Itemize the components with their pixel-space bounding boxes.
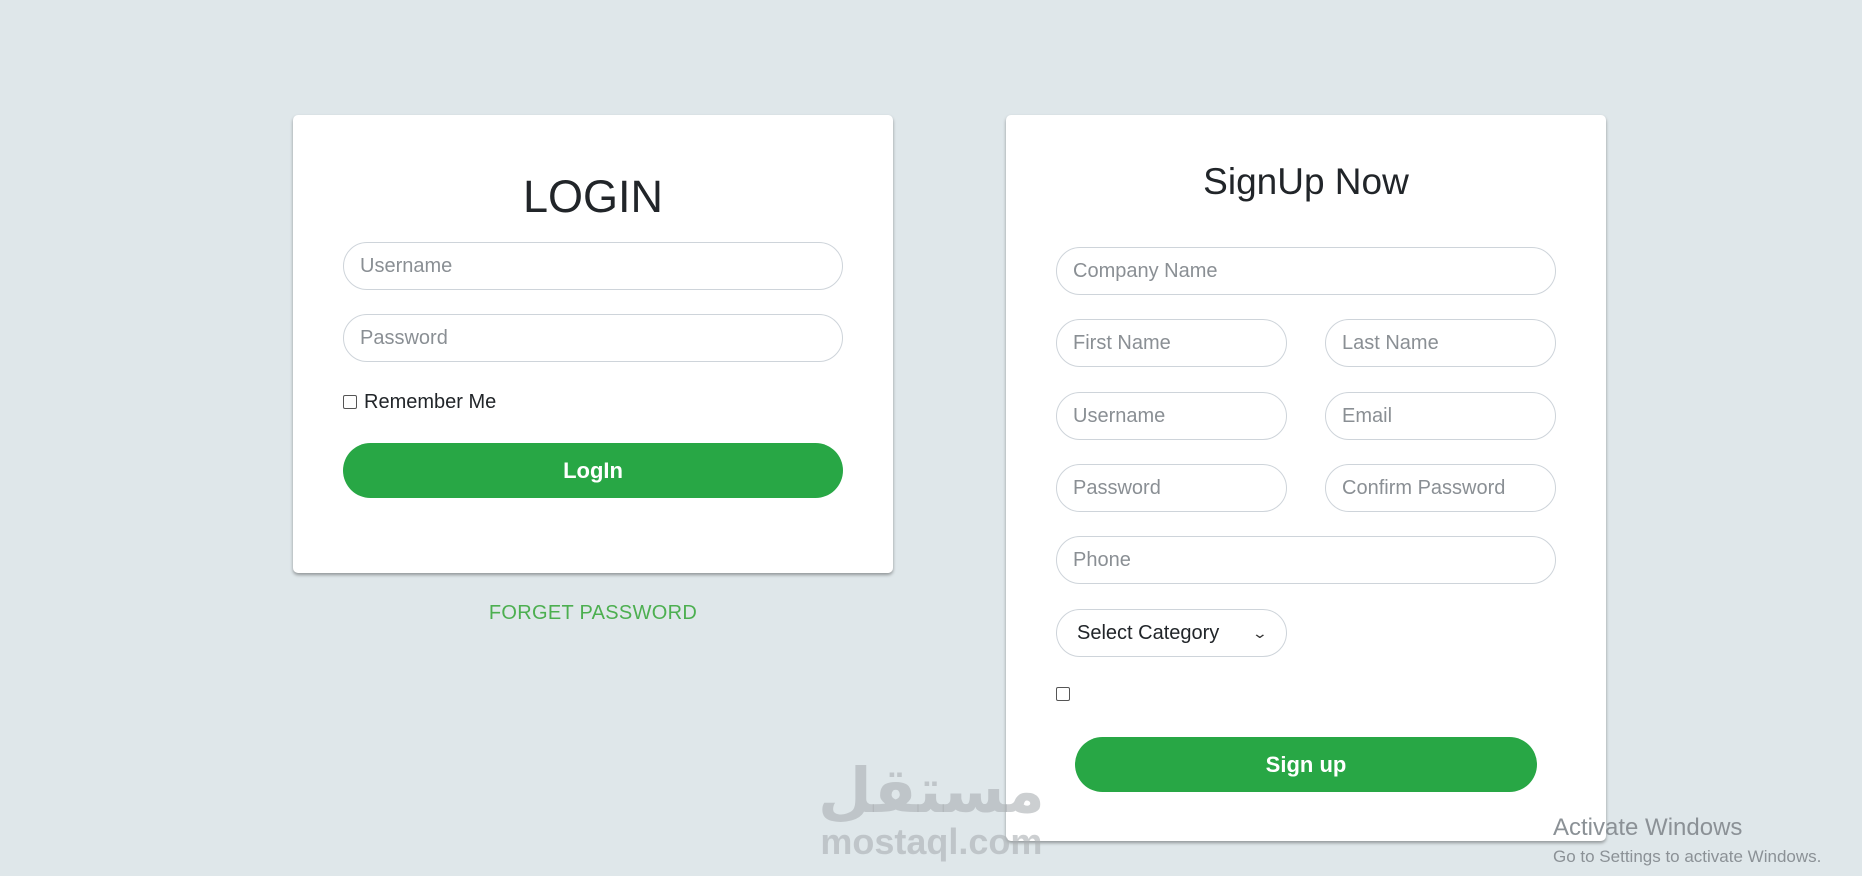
login-password-input[interactable] [343, 314, 843, 362]
signup-title: SignUp Now [1203, 161, 1409, 202]
login-username-input[interactable] [343, 242, 843, 290]
activate-windows-overlay: Activate Windows Go to Settings to activ… [1553, 814, 1821, 867]
watermark-arabic: مستقل [818, 754, 1045, 827]
category-select[interactable]: Select Category ⌄ [1056, 609, 1287, 657]
last-name-input[interactable] [1325, 319, 1556, 367]
remember-me-checkbox[interactable] [343, 394, 357, 409]
activate-windows-title: Activate Windows [1553, 814, 1743, 841]
signup-username-input[interactable] [1056, 392, 1287, 440]
remember-me[interactable]: Remember Me [343, 391, 496, 414]
first-name-input[interactable] [1056, 319, 1287, 367]
category-select-value: Select Category [1077, 621, 1220, 644]
phone-input[interactable] [1056, 536, 1556, 584]
signup-password-input[interactable] [1056, 464, 1287, 512]
signup-button[interactable]: Sign up [1075, 737, 1537, 792]
remember-me-label: Remember Me [364, 391, 497, 413]
signup-card: SignUp Now Select Category ⌄ Sign up [1006, 115, 1606, 841]
activate-windows-subtitle: Go to Settings to activate Windows. [1553, 847, 1822, 866]
page: LOGIN Remember Me LogIn FORGET PASSWORD … [0, 0, 1862, 876]
login-button[interactable]: LogIn [343, 443, 843, 498]
signup-checkbox[interactable] [1056, 687, 1070, 701]
confirm-password-input[interactable] [1325, 464, 1556, 512]
login-title: LOGIN [522, 171, 664, 222]
chevron-down-icon: ⌄ [1251, 624, 1269, 641]
mostaql-watermark: مستقل mostaql.com [818, 760, 1045, 860]
forget-password-link[interactable]: FORGET PASSWORD [293, 602, 893, 625]
company-name-input[interactable] [1056, 247, 1556, 295]
watermark-latin: mostaql.com [820, 821, 1043, 862]
email-input[interactable] [1325, 392, 1556, 440]
login-card: LOGIN Remember Me LogIn [293, 115, 893, 573]
